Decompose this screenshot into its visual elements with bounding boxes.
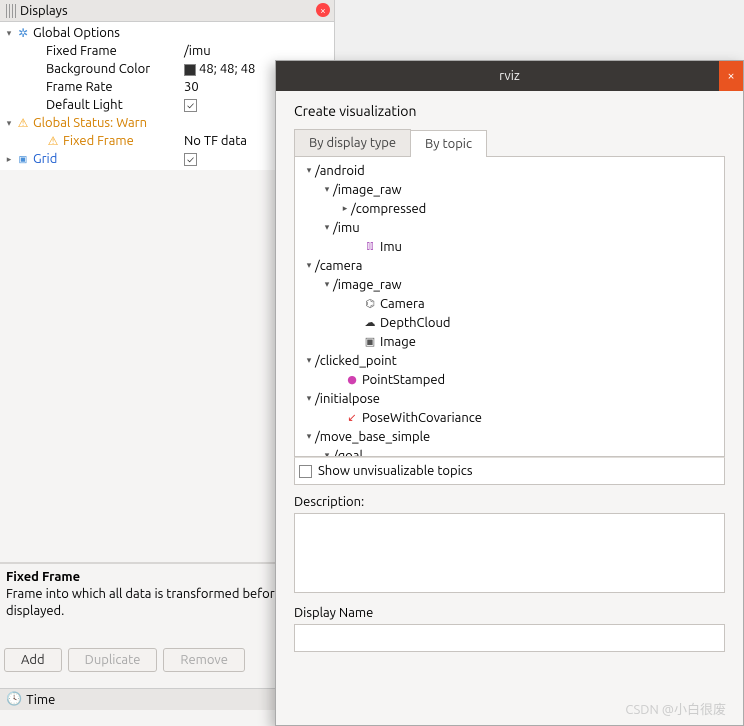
close-icon[interactable]: × [316,3,330,17]
grid-icon: ◈ [16,152,30,166]
point-icon: ● [345,373,359,387]
topic-row[interactable]: ⫾⫾Imu [297,237,722,256]
tree-label: Grid [33,152,57,166]
topic-row[interactable]: ▾/image_raw [297,180,722,199]
topic-label: /image_raw [333,278,402,292]
tree-label: Frame Rate [46,80,113,94]
tree-label: Background Color [46,62,150,76]
expander-icon[interactable]: ▾ [303,393,315,404]
tree-row[interactable]: Fixed Frame/imu [0,42,334,60]
button-row: Add Duplicate Remove [4,648,245,672]
expander-icon[interactable]: ▾ [321,450,333,456]
dialog-close-icon[interactable]: × [719,61,743,91]
topic-label: DepthCloud [380,316,451,330]
tree-label: Fixed Frame [46,44,117,58]
topic-row[interactable]: ▾/clicked_point [297,351,722,370]
topic-label: /android [315,164,365,178]
expander-icon[interactable]: ▾ [321,184,333,195]
topic-row[interactable]: ●PointStamped [297,370,722,389]
rviz-dialog: rviz × Create visualization By display t… [275,60,744,726]
add-button[interactable]: Add [4,648,62,672]
topic-label: Imu [380,240,402,254]
tree-value[interactable]: 30 [184,80,199,94]
display-name-input[interactable] [294,624,725,652]
topic-label: /clicked_point [315,354,397,368]
expander-icon[interactable]: ▾ [321,222,333,233]
tab-bar: By display type By topic [294,129,725,157]
display-name-label: Display Name [294,606,725,620]
topic-label: /goal [333,449,363,457]
topic-label: /move_base_simple [315,430,430,444]
tab-by-topic[interactable]: By topic [410,130,487,157]
expander-icon[interactable]: ▾ [321,279,333,290]
tab-by-display-type[interactable]: By display type [294,129,411,156]
tree-label: Fixed Frame [63,134,134,148]
topic-row[interactable]: ▸/compressed [297,199,722,218]
show-unvisualizable-row[interactable]: Show unvisualizable topics [294,457,725,485]
grip-icon [6,4,16,18]
topic-row[interactable]: ↙PoseWithCovariance [297,408,722,427]
topic-label: /imu [333,221,360,235]
topic-row[interactable]: ▾/image_raw [297,275,722,294]
topic-row[interactable]: ▾/camera [297,256,722,275]
warn-icon: ⚠ [46,134,60,148]
topic-label: /camera [315,259,362,273]
topic-label: /initialpose [315,392,380,406]
topic-row[interactable]: ▾/initialpose [297,389,722,408]
show-unvisualizable-label: Show unvisualizable topics [318,464,472,478]
topic-row[interactable]: ☁DepthCloud [297,313,722,332]
tree-row[interactable]: ▾✲Global Options [0,24,334,42]
topic-row[interactable]: ▾/imu [297,218,722,237]
topic-label: PoseWithCovariance [362,411,482,425]
tree-value[interactable]: /imu [184,44,211,58]
displays-panel-title[interactable]: Displays × [0,0,334,22]
cam-icon: ⌬ [363,297,377,311]
expander-icon[interactable]: ▸ [4,154,14,165]
topic-label: /compressed [351,202,426,216]
description-textarea[interactable] [294,513,725,593]
clock-icon: 🕓 [6,692,22,707]
topic-tree-container: ▾/android▾/image_raw▸/compressed▾/imu⫾⫾I… [294,157,725,457]
img2-icon: ▣ [363,335,377,349]
tree-label: Global Options [33,26,120,40]
topic-label: /image_raw [333,183,402,197]
expander-icon[interactable]: ▾ [303,355,315,366]
topic-label: Image [380,335,416,349]
warn-icon: ⚠ [16,116,30,130]
topic-row[interactable]: ⌬Camera [297,294,722,313]
show-unvisualizable-checkbox[interactable] [299,465,312,478]
tree-value[interactable]: No TF data [184,134,247,148]
tree-label: Global Status: Warn [33,116,147,130]
tree-value[interactable]: ✓ [184,98,197,112]
remove-button: Remove [163,648,245,672]
topic-label: Camera [380,297,425,311]
tree-value[interactable]: 48; 48; 48 [184,62,255,76]
tree-value[interactable]: ✓ [184,152,197,166]
topic-label: PointStamped [362,373,445,387]
topic-tree[interactable]: ▾/android▾/image_raw▸/compressed▾/imu⫾⫾I… [295,157,724,456]
expander-icon[interactable]: ▾ [4,118,14,129]
topic-row[interactable]: ▾/android [297,161,722,180]
duplicate-button: Duplicate [68,648,158,672]
time-label: Time [26,693,55,707]
topic-row[interactable]: ▣Image [297,332,722,351]
dialog-titlebar[interactable]: rviz × [276,61,743,91]
expander-icon[interactable]: ▾ [303,260,315,271]
dialog-heading: Create visualization [294,103,725,119]
dialog-title: rviz [499,69,520,83]
expander-icon[interactable]: ▾ [4,28,14,39]
expander-icon[interactable]: ▸ [339,203,351,214]
expander-icon[interactable]: ▾ [303,431,315,442]
gear-icon: ✲ [16,26,30,40]
displays-title-text: Displays [20,4,68,18]
imu-icon: ⫾⫾ [363,240,377,254]
topic-row[interactable]: ▾/move_base_simple [297,427,722,446]
expander-icon[interactable]: ▾ [303,165,315,176]
tree-label: Default Light [46,98,123,112]
topic-row[interactable]: ▾/goal [297,446,722,456]
cloud-icon: ☁ [363,316,377,330]
description-label: Description: [294,495,725,509]
pose-icon: ↙ [345,411,359,425]
